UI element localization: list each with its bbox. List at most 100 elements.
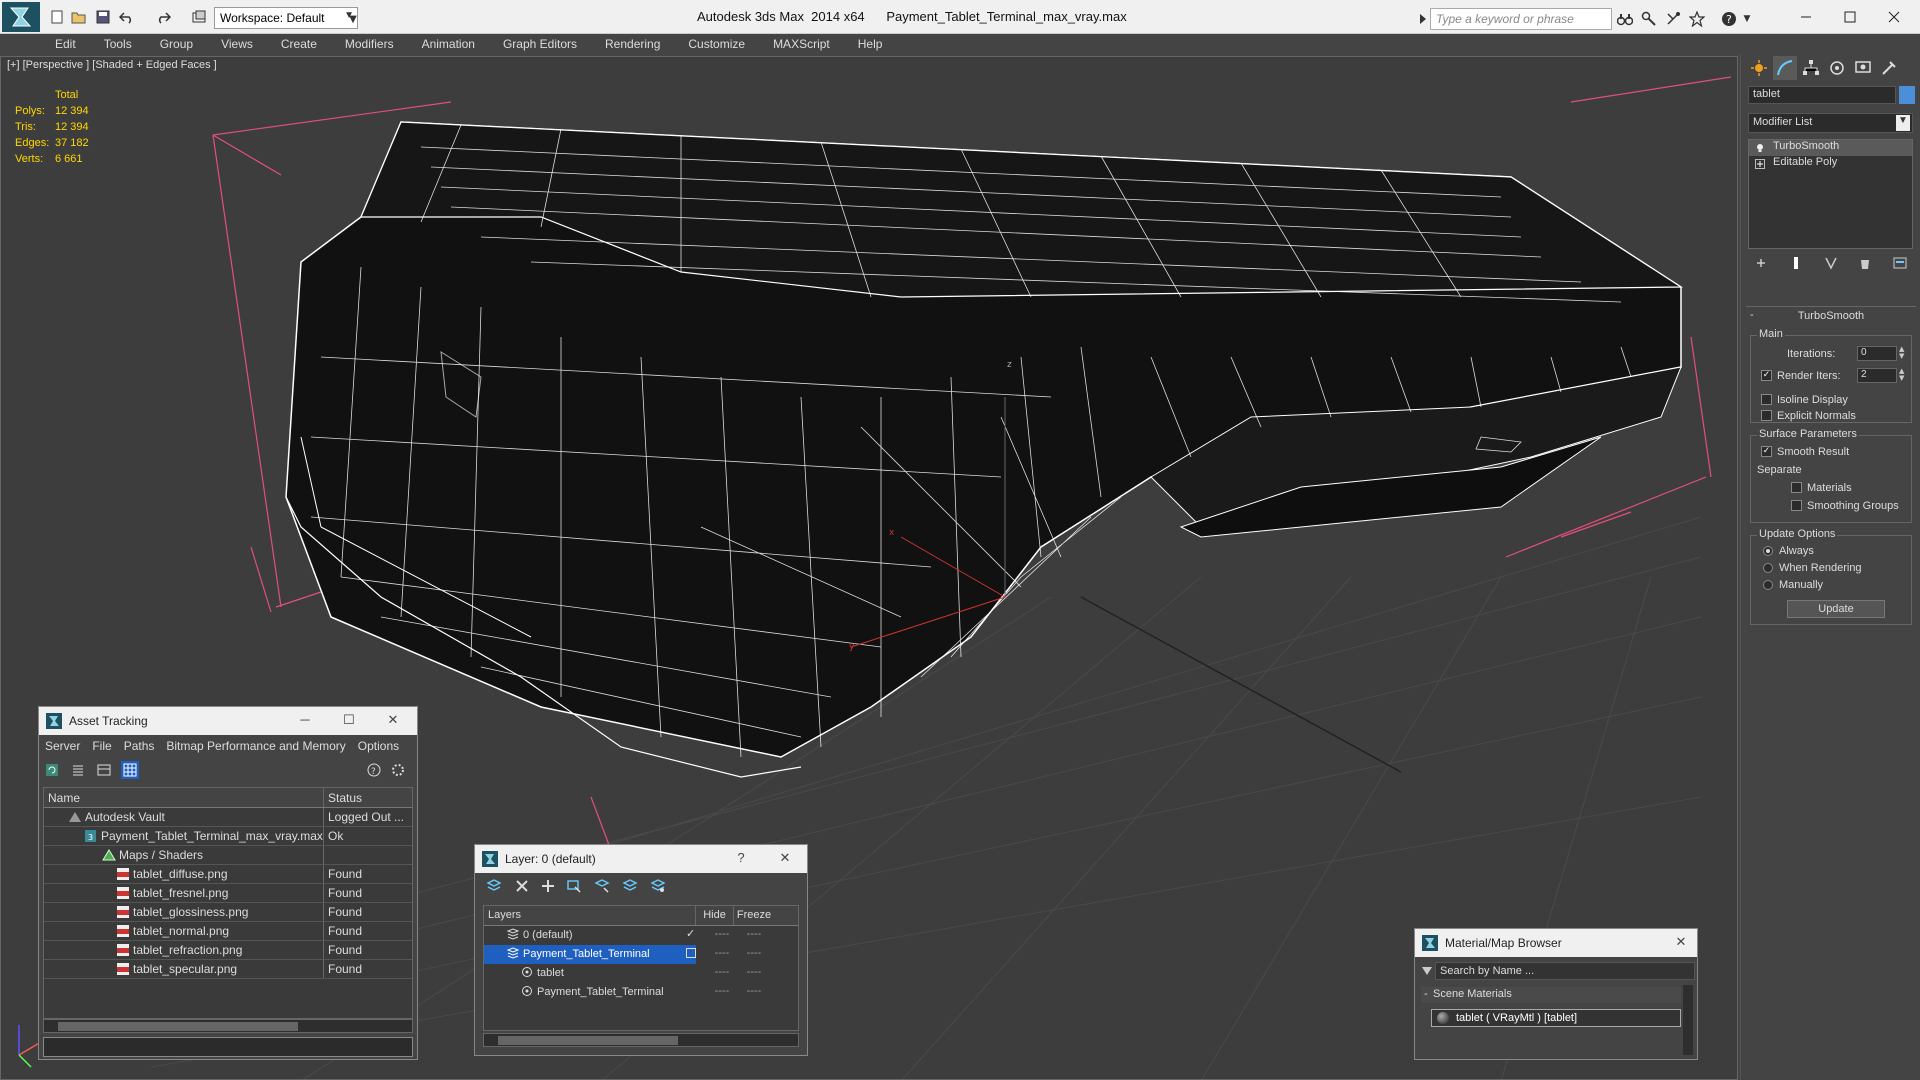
motion-tab-icon[interactable] xyxy=(1825,56,1849,80)
subscription-key-icon[interactable] xyxy=(1640,10,1658,28)
menu-create[interactable]: Create xyxy=(281,37,317,51)
vertical-scrollbar[interactable] xyxy=(1683,985,1693,1055)
help-icon[interactable]: ? xyxy=(365,761,383,779)
object-name-field[interactable]: tablet xyxy=(1748,86,1896,104)
table-row[interactable]: Autodesk Vault Logged Out ... xyxy=(44,808,412,827)
minimize-button[interactable] xyxy=(1784,4,1828,30)
delete-layer-icon[interactable] xyxy=(513,877,531,895)
close-button[interactable] xyxy=(1872,4,1916,30)
menu-views[interactable]: Views xyxy=(221,37,253,51)
save-file-icon[interactable] xyxy=(94,8,112,26)
manually-radio[interactable] xyxy=(1763,580,1773,590)
refresh-icon[interactable] xyxy=(43,761,61,779)
materials-checkbox[interactable] xyxy=(1791,482,1802,493)
modify-tab-icon[interactable] xyxy=(1773,56,1797,80)
layer-row[interactable]: tablet ---- ---- xyxy=(484,964,798,983)
add-selection-icon[interactable] xyxy=(539,877,557,895)
lightbulb-icon[interactable] xyxy=(1755,143,1765,153)
help-menu-chevron-icon[interactable]: ▼ xyxy=(1738,10,1756,28)
material-browser-titlebar[interactable]: Material/Map Browser ✕ xyxy=(1415,929,1697,957)
highlight-layer-icon[interactable] xyxy=(593,877,611,895)
rollout-header[interactable]: - TurboSmooth xyxy=(1746,307,1916,325)
menu-server[interactable]: Server xyxy=(45,739,80,753)
quick-access-menu-icon[interactable]: ▼ xyxy=(344,10,362,28)
menu-tools[interactable]: Tools xyxy=(104,37,132,51)
new-file-icon[interactable] xyxy=(48,8,66,26)
workspace-dropdown[interactable]: Workspace: Default ▼ xyxy=(214,7,358,29)
help-icon[interactable]: ? xyxy=(1720,10,1738,28)
make-unique-icon[interactable] xyxy=(1824,256,1838,273)
column-header-freeze[interactable]: Freeze xyxy=(734,906,774,925)
app-logo-icon[interactable] xyxy=(2,2,40,32)
configure-modifier-sets-icon[interactable] xyxy=(1893,256,1907,273)
table-view-icon[interactable] xyxy=(121,761,139,779)
menu-file[interactable]: File xyxy=(92,739,111,753)
menu-rendering[interactable]: Rendering xyxy=(605,37,660,51)
spinner-arrows-icon[interactable]: ▲ ▼ xyxy=(1899,346,1907,361)
filter-options-icon[interactable] xyxy=(1421,965,1433,979)
create-tab-icon[interactable] xyxy=(1747,56,1771,80)
help-search-input[interactable]: Type a keyword or phrase xyxy=(1430,8,1612,30)
modifier-list-dropdown[interactable]: Modifier List ▼ xyxy=(1748,113,1913,133)
list-view-icon[interactable] xyxy=(69,761,87,779)
render-iters-spinner[interactable]: 2 xyxy=(1857,368,1897,383)
menu-modifiers[interactable]: Modifiers xyxy=(345,37,394,51)
display-tab-icon[interactable] xyxy=(1851,56,1875,80)
favorites-star-icon[interactable] xyxy=(1688,10,1706,28)
detail-view-icon[interactable] xyxy=(95,761,113,779)
scrollbar-thumb[interactable] xyxy=(498,1036,678,1045)
object-color-swatch[interactable] xyxy=(1899,86,1915,104)
menu-animation[interactable]: Animation xyxy=(422,37,475,51)
freeze-toggle[interactable]: ---- xyxy=(734,964,774,983)
hide-all-layers-icon[interactable] xyxy=(621,877,639,895)
iterations-spinner[interactable]: 0 xyxy=(1857,346,1897,361)
close-button[interactable]: ✕ xyxy=(383,712,403,728)
layer-row[interactable]: Payment_Tablet_Terminal ---- ---- xyxy=(484,983,798,1002)
explicit-normals-checkbox[interactable] xyxy=(1761,410,1772,421)
menu-options[interactable]: Options xyxy=(358,739,399,753)
hierarchy-tab-icon[interactable] xyxy=(1799,56,1823,80)
menu-maxscript[interactable]: MAXScript xyxy=(773,37,830,51)
table-row[interactable]: 3 Payment_Tablet_Terminal_max_vray.max Ok xyxy=(44,827,412,846)
layer-window-titlebar[interactable]: Layer: 0 (default) ? ✕ xyxy=(475,845,807,873)
expand-plus-icon[interactable] xyxy=(1755,159,1765,169)
menu-bitmap-performance[interactable]: Bitmap Performance and Memory xyxy=(166,739,345,753)
hide-toggle[interactable]: ---- xyxy=(696,964,734,983)
viewport-label[interactable]: [+] [Perspective ] [Shaded + Edged Faces… xyxy=(7,59,217,71)
smoothing-groups-checkbox[interactable] xyxy=(1791,500,1802,511)
maximize-button[interactable] xyxy=(1828,4,1872,30)
hide-toggle[interactable]: ---- xyxy=(701,947,730,959)
project-folder-icon[interactable] xyxy=(190,8,208,26)
select-objects-icon[interactable] xyxy=(565,877,583,895)
table-row[interactable]: tablet_specular.png Found xyxy=(44,960,412,979)
help-button[interactable]: ? xyxy=(731,850,751,865)
horizontal-scrollbar[interactable] xyxy=(43,1019,413,1033)
material-item[interactable]: tablet ( VRayMtl ) [tablet] xyxy=(1431,1009,1681,1027)
show-end-result-icon[interactable] xyxy=(1789,256,1803,273)
menu-graph-editors[interactable]: Graph Editors xyxy=(503,37,577,51)
undo-icon[interactable] xyxy=(118,8,136,26)
smooth-result-checkbox[interactable]: ✓ xyxy=(1761,446,1772,457)
asset-path-field[interactable] xyxy=(43,1037,413,1057)
column-header-status[interactable]: Status xyxy=(324,788,412,807)
when-rendering-radio[interactable] xyxy=(1763,563,1773,573)
freeze-toggle[interactable]: ---- xyxy=(734,926,774,945)
update-button[interactable]: Update xyxy=(1787,600,1885,618)
isoline-display-checkbox[interactable] xyxy=(1761,394,1772,405)
table-row[interactable]: Maps / Shaders xyxy=(44,846,412,865)
settings-icon[interactable] xyxy=(389,761,407,779)
current-layer-checkmark-icon[interactable]: ✓ xyxy=(686,927,695,940)
pin-stack-icon[interactable] xyxy=(1754,256,1768,273)
communication-center-icon[interactable] xyxy=(1664,10,1682,28)
hide-toggle[interactable]: ---- xyxy=(696,983,734,1002)
freeze-all-layers-icon[interactable] xyxy=(649,877,667,895)
close-button[interactable]: ✕ xyxy=(1671,934,1691,950)
close-button[interactable]: ✕ xyxy=(775,850,795,866)
material-search-input[interactable]: Search by Name ... xyxy=(1435,962,1695,980)
minimize-button[interactable]: ─ xyxy=(295,712,315,727)
maximize-button[interactable]: ☐ xyxy=(339,712,359,728)
remove-modifier-icon[interactable] xyxy=(1858,256,1872,273)
menu-help[interactable]: Help xyxy=(858,37,883,51)
hide-toggle[interactable]: ---- xyxy=(701,928,730,940)
utilities-tab-icon[interactable] xyxy=(1877,56,1901,80)
